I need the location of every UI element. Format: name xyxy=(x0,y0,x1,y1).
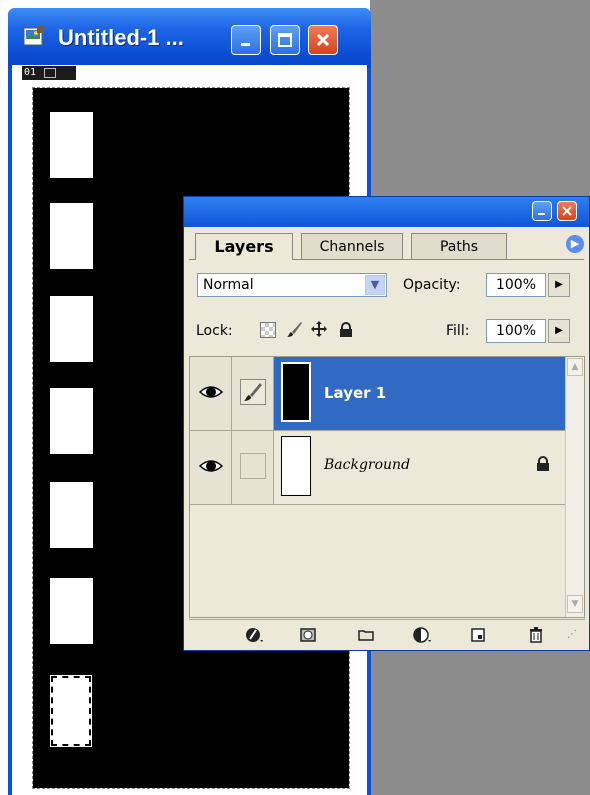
page-status: 01 xyxy=(22,66,76,80)
blend-mode-select[interactable]: Normal ▼ xyxy=(197,273,387,297)
arrow-right-icon: ▶ xyxy=(555,325,563,336)
layer-style-button[interactable] xyxy=(243,625,265,645)
opacity-label: Opacity: xyxy=(403,277,461,293)
tab-paths[interactable]: Paths xyxy=(411,233,507,259)
document-title-bar[interactable]: Untitled-1 ... xyxy=(8,8,371,68)
new-fill-adjustment-button[interactable] xyxy=(411,625,433,645)
minimize-icon xyxy=(538,213,545,215)
layer-link-cell[interactable] xyxy=(232,357,274,430)
brush-icon xyxy=(287,322,302,337)
layers-toolbar: ⋰ xyxy=(189,619,585,649)
photoshop-doc-icon xyxy=(23,26,44,46)
delete-layer-button[interactable] xyxy=(525,625,547,645)
page-number: 01 xyxy=(24,67,37,78)
lock-transparency-icon[interactable] xyxy=(260,322,276,338)
eye-icon xyxy=(198,386,224,398)
new-layer-button[interactable] xyxy=(467,625,489,645)
maximize-button[interactable] xyxy=(270,25,300,55)
layers-palette: Layers Channels Paths ▶ Normal ▼ Opacity… xyxy=(183,196,590,651)
visibility-toggle[interactable] xyxy=(190,431,232,504)
layer-row[interactable]: Layer 1 xyxy=(190,357,565,431)
white-rectangle xyxy=(50,296,93,362)
palette-title-bar[interactable] xyxy=(184,197,589,227)
white-rectangle xyxy=(50,482,93,548)
new-group-button[interactable] xyxy=(355,625,377,645)
layer-thumbnail xyxy=(281,436,311,496)
layer-link-cell[interactable] xyxy=(232,431,274,504)
add-mask-icon xyxy=(300,628,316,642)
layer-list: Layer 1 Background ▲ ▼ xyxy=(189,356,585,618)
add-mask-button[interactable] xyxy=(297,625,319,645)
new-group-icon xyxy=(358,630,374,641)
minimize-button[interactable] xyxy=(231,25,261,55)
layer-list-scrollbar[interactable]: ▲ ▼ xyxy=(565,357,584,617)
document-title: Untitled-1 ... xyxy=(58,25,184,50)
close-icon xyxy=(562,206,572,216)
palette-close-button[interactable] xyxy=(557,201,577,221)
tab-channels[interactable]: Channels xyxy=(301,233,403,259)
lock-all-icon[interactable] xyxy=(338,322,354,338)
white-rectangle xyxy=(50,388,93,454)
fill-slider-button[interactable]: ▶ xyxy=(548,319,570,343)
chevron-down-icon[interactable]: ▼ xyxy=(365,275,385,295)
layer-row[interactable]: Background xyxy=(190,431,565,505)
layer-thumbnail xyxy=(281,362,311,422)
move-arrows-icon xyxy=(311,321,327,337)
lock-position-icon[interactable] xyxy=(309,320,329,340)
layer-style-icon xyxy=(246,628,263,642)
white-rectangle xyxy=(50,203,93,269)
opacity-slider-button[interactable]: ▶ xyxy=(548,273,570,297)
palette-minimize-button[interactable] xyxy=(532,201,552,221)
image-preview-icon[interactable] xyxy=(44,68,56,78)
close-button[interactable] xyxy=(308,25,338,55)
lock-image-brush-icon[interactable] xyxy=(285,320,305,340)
scroll-down-icon[interactable]: ▼ xyxy=(567,595,583,613)
white-rectangle xyxy=(50,578,93,644)
opacity-input[interactable]: 100% xyxy=(486,273,546,297)
empty-link-box xyxy=(240,453,266,479)
arrow-right-icon: ▶ xyxy=(555,279,563,290)
trash-icon xyxy=(530,627,542,643)
blend-mode-value: Normal xyxy=(203,277,254,293)
arrow-right-icon: ▶ xyxy=(570,237,580,250)
lock-icon xyxy=(537,456,549,471)
white-rectangle xyxy=(50,112,93,178)
selection-marquee[interactable] xyxy=(50,675,92,747)
layer-name[interactable]: Background xyxy=(324,453,410,477)
lock-label: Lock: xyxy=(196,323,233,339)
eye-icon xyxy=(198,460,224,472)
close-icon xyxy=(316,33,330,47)
fill-label: Fill: xyxy=(446,323,470,339)
maximize-icon xyxy=(278,33,292,47)
visibility-toggle[interactable] xyxy=(190,357,232,430)
scroll-up-icon[interactable]: ▲ xyxy=(567,358,583,376)
minimize-icon xyxy=(241,43,250,46)
palette-menu-button[interactable]: ▶ xyxy=(566,235,584,253)
resize-grip-icon[interactable]: ⋰ xyxy=(567,628,581,642)
tab-layers[interactable]: Layers xyxy=(195,233,293,260)
fill-input[interactable]: 100% xyxy=(486,319,546,343)
new-fill-adjustment-icon xyxy=(413,627,431,643)
new-layer-icon xyxy=(471,628,485,642)
brush-icon xyxy=(240,379,266,405)
layer-name[interactable]: Layer 1 xyxy=(324,381,386,405)
palette-tab-bar: Layers Channels Paths ▶ xyxy=(189,229,584,260)
